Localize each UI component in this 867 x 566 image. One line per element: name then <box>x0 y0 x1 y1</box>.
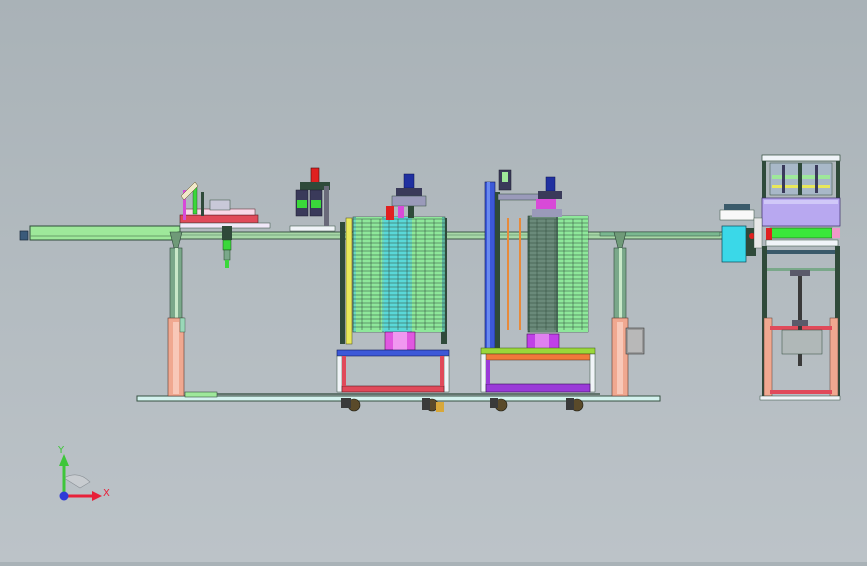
stacker-tower-2 <box>480 169 596 412</box>
left-top-station <box>179 181 271 268</box>
z-axis-dot <box>59 491 69 501</box>
left-support-legs <box>167 231 186 397</box>
infeed-conveyor <box>19 225 181 241</box>
y-axis-label: Y <box>57 445 65 456</box>
x-axis-label: X <box>103 488 110 499</box>
coordinate-triad: X Y <box>57 445 110 501</box>
right-packing-machine <box>719 154 841 401</box>
cad-viewport[interactable]: X Y <box>0 0 867 562</box>
mid-right-leg <box>611 231 645 397</box>
x-axis-arrowhead <box>92 491 102 501</box>
base-floor-rail <box>136 391 661 402</box>
cylinder-station <box>289 167 336 232</box>
assembly-drawing: X Y <box>19 154 841 501</box>
main-transfer-rail <box>177 231 724 240</box>
stacker-tower-1 <box>336 173 450 412</box>
